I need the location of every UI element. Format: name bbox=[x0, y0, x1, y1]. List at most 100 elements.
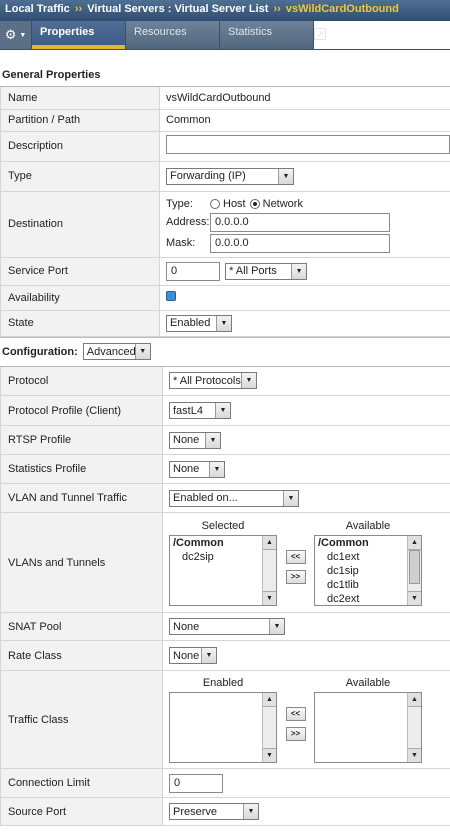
chevron-down-icon: ▼ bbox=[215, 403, 230, 418]
vlans-tunnels-label: VLANs and Tunnels bbox=[0, 512, 163, 613]
breadcrumb-local-traffic[interactable]: Local Traffic bbox=[5, 3, 70, 15]
scroll-up-icon[interactable]: ▲ bbox=[263, 535, 276, 550]
scroll-down-icon[interactable]: ▼ bbox=[263, 747, 276, 762]
dest-host-label: Host bbox=[223, 197, 246, 210]
chevron-down-icon: ▼ bbox=[19, 31, 27, 39]
scrollbar[interactable]: ▲ ▼ bbox=[407, 692, 421, 762]
profile-client-label: Protocol Profile (Client) bbox=[0, 395, 163, 426]
partition-label: Partition / Path bbox=[0, 109, 160, 132]
scroll-up-icon[interactable]: ▲ bbox=[408, 535, 421, 550]
move-right-button[interactable]: >> bbox=[285, 726, 306, 741]
configuration-title: Configuration: bbox=[2, 345, 78, 358]
list-item[interactable]: dc1sip bbox=[315, 564, 421, 578]
type-select[interactable]: Forwarding (IP) ▼ bbox=[166, 167, 294, 185]
chevron-down-icon: ▼ bbox=[205, 432, 220, 448]
tab-bar: ⚙ ▼ Properties Resources Statistics ↗ bbox=[0, 21, 450, 50]
configuration-mode-select[interactable]: Advanced ▼ bbox=[82, 343, 151, 360]
tab-statistics[interactable]: Statistics bbox=[220, 21, 314, 49]
vlans-selected-header: Selected bbox=[201, 519, 245, 532]
source-port-label: Source Port bbox=[0, 797, 163, 826]
chevron-down-icon: ▼ bbox=[209, 461, 224, 477]
list-item[interactable]: dc2ext bbox=[315, 592, 421, 606]
chevron-down-icon: ▼ bbox=[241, 373, 256, 389]
move-left-button[interactable]: << bbox=[285, 549, 306, 564]
snat-pool-select[interactable]: None ▼ bbox=[169, 618, 285, 635]
scrollbar[interactable]: ▲ ▼ bbox=[262, 535, 276, 605]
configuration-header: Configuration: Advanced ▼ bbox=[0, 336, 450, 367]
name-label: Name bbox=[0, 87, 160, 110]
destination-label: Destination bbox=[0, 191, 160, 258]
chevron-down-icon: ▼ bbox=[269, 619, 284, 634]
list-item[interactable]: dc2sip bbox=[170, 550, 276, 564]
rtsp-profile-select[interactable]: None ▼ bbox=[169, 431, 221, 449]
breadcrumb: Local Traffic ›› Virtual Servers : Virtu… bbox=[0, 0, 450, 21]
profile-client-select[interactable]: fastL4 ▼ bbox=[169, 402, 231, 419]
dest-address-input[interactable]: 0.0.0.0 bbox=[210, 212, 390, 232]
tab-properties[interactable]: Properties bbox=[32, 21, 126, 49]
availability-status-icon bbox=[166, 291, 176, 301]
breadcrumb-virtual-servers[interactable]: Virtual Servers : Virtual Server List bbox=[87, 3, 268, 15]
chevron-down-icon: ▼ bbox=[216, 315, 231, 331]
state-label: State bbox=[0, 310, 160, 337]
traffic-available-header: Available bbox=[345, 676, 391, 689]
tab-resources[interactable]: Resources bbox=[126, 21, 220, 49]
description-input[interactable] bbox=[166, 135, 450, 154]
vlans-available-list[interactable]: /Common dc1ext dc1sip dc1tlib dc2ext ▲ ▼ bbox=[314, 534, 422, 606]
statistics-profile-select[interactable]: None ▼ bbox=[169, 460, 225, 478]
gear-icon: ⚙ bbox=[4, 27, 17, 42]
dest-host-radio[interactable] bbox=[210, 198, 220, 209]
state-select[interactable]: Enabled ▼ bbox=[166, 314, 232, 332]
general-properties-title: General Properties bbox=[0, 63, 450, 87]
source-port-select[interactable]: Preserve ▼ bbox=[169, 803, 259, 820]
connection-limit-input[interactable]: 0 bbox=[169, 773, 223, 793]
dest-mask-input[interactable]: 0.0.0.0 bbox=[210, 233, 390, 253]
chevron-down-icon: ▼ bbox=[134, 344, 150, 359]
rate-class-label: Rate Class bbox=[0, 640, 163, 671]
scroll-up-icon[interactable]: ▲ bbox=[408, 692, 421, 707]
gear-menu-button[interactable]: ⚙ ▼ bbox=[0, 21, 32, 49]
dest-network-radio[interactable] bbox=[249, 198, 260, 209]
availability-label: Availability bbox=[0, 285, 160, 311]
scroll-down-icon[interactable]: ▼ bbox=[408, 590, 421, 605]
move-right-button[interactable]: >> bbox=[285, 569, 306, 584]
scrollbar[interactable]: ▲ ▼ bbox=[262, 692, 276, 762]
traffic-class-label: Traffic Class bbox=[0, 670, 163, 769]
vlans-selected-list[interactable]: /Common dc2sip ▲ ▼ bbox=[169, 534, 277, 606]
partition-value: Common bbox=[159, 109, 450, 132]
move-left-button[interactable]: << bbox=[285, 706, 306, 721]
scroll-down-icon[interactable]: ▼ bbox=[408, 747, 421, 762]
chevron-down-icon: ▼ bbox=[243, 804, 258, 819]
breadcrumb-separator: ›› bbox=[74, 3, 83, 15]
vlan-traffic-label: VLAN and Tunnel Traffic bbox=[0, 483, 163, 513]
scrollbar[interactable]: ▲ ▼ bbox=[407, 535, 421, 605]
protocol-select[interactable]: * All Protocols ▼ bbox=[169, 372, 257, 390]
list-item[interactable]: dc1ext bbox=[315, 550, 421, 564]
chevron-down-icon: ▼ bbox=[201, 648, 216, 663]
traffic-enabled-header: Enabled bbox=[202, 676, 244, 689]
dest-mask-label: Mask: bbox=[166, 237, 196, 249]
breadcrumb-current: vsWildCardOutbound bbox=[285, 3, 399, 15]
scroll-thumb[interactable] bbox=[409, 549, 420, 584]
rate-class-select[interactable]: None ▼ bbox=[169, 647, 217, 664]
vlans-available-header: Available bbox=[345, 519, 391, 532]
service-port-select[interactable]: * All Ports ▼ bbox=[225, 262, 308, 280]
configuration-table: Protocol * All Protocols ▼ Protocol Profi… bbox=[0, 366, 450, 826]
traffic-enabled-list[interactable]: ▲ ▼ bbox=[169, 691, 277, 763]
vlan-traffic-select[interactable]: Enabled on... ▼ bbox=[169, 489, 299, 507]
scroll-up-icon[interactable]: ▲ bbox=[263, 692, 276, 707]
traffic-available-list[interactable]: ▲ ▼ bbox=[314, 691, 422, 763]
snat-pool-label: SNAT Pool bbox=[0, 612, 163, 641]
dest-address-label: Address: bbox=[166, 216, 210, 228]
list-group-header: /Common bbox=[318, 536, 369, 549]
popout-icon[interactable]: ↗ bbox=[314, 28, 326, 40]
scroll-down-icon[interactable]: ▼ bbox=[263, 590, 276, 605]
chevron-down-icon: ▼ bbox=[291, 263, 307, 279]
dest-network-label: Network bbox=[262, 197, 303, 210]
description-label: Description bbox=[0, 131, 160, 162]
protocol-label: Protocol bbox=[0, 366, 163, 396]
list-item[interactable]: dc1tlib bbox=[315, 578, 421, 592]
chevron-down-icon: ▼ bbox=[283, 490, 298, 506]
service-port-input[interactable]: 0 bbox=[166, 261, 220, 281]
service-port-label: Service Port bbox=[0, 257, 160, 286]
dest-type-label: Type: bbox=[166, 197, 193, 210]
